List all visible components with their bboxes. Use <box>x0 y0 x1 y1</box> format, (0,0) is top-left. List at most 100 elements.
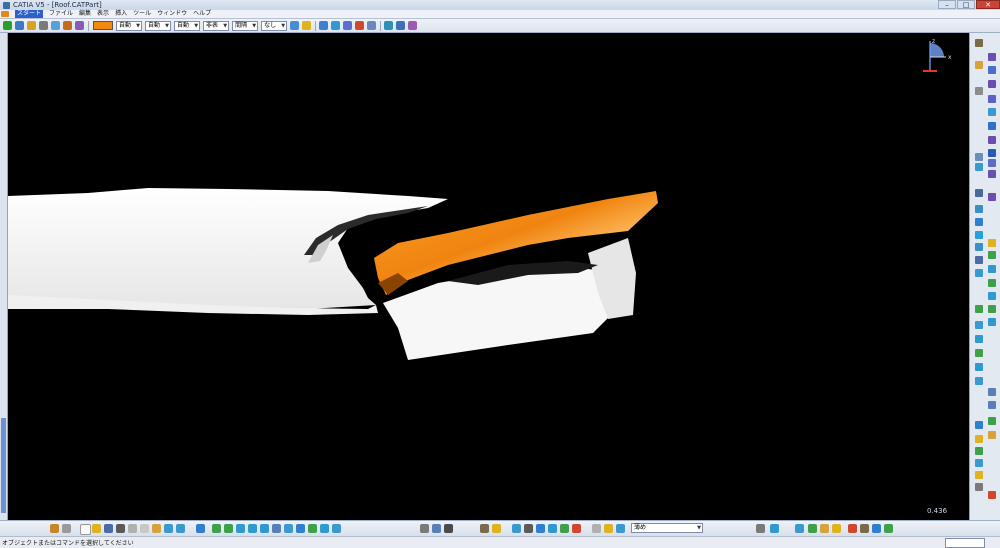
check-icon[interactable] <box>975 459 983 467</box>
axis-icon[interactable] <box>975 483 983 491</box>
save-icon[interactable] <box>104 524 113 533</box>
menu-tools[interactable]: ツール <box>133 10 151 18</box>
filter-icon[interactable] <box>872 524 881 533</box>
painter-icon[interactable] <box>302 21 312 30</box>
shell-icon[interactable] <box>988 279 996 287</box>
affinity-icon[interactable] <box>975 377 983 385</box>
snap-icon[interactable] <box>592 524 601 533</box>
plane-icon[interactable] <box>988 53 996 61</box>
layer-combo[interactable]: 自動 ▼ <box>174 20 201 31</box>
rule-icon[interactable] <box>975 447 983 455</box>
menu-view[interactable]: 表示 <box>97 10 109 18</box>
split-icon[interactable] <box>408 21 418 30</box>
formula-icon[interactable] <box>988 431 996 439</box>
measure-icon[interactable] <box>63 21 72 30</box>
swap-space-icon[interactable] <box>332 524 341 533</box>
hybrid-body-icon[interactable] <box>480 524 489 533</box>
measure-item-icon[interactable] <box>432 524 441 533</box>
render-style-combo[interactable]: 非表 ▼ <box>203 20 230 31</box>
arc-icon[interactable] <box>975 231 983 239</box>
paste-icon[interactable] <box>152 524 161 533</box>
stiffener-icon[interactable] <box>988 159 996 167</box>
thickness-combo[interactable]: 自動 ▼ <box>145 20 172 31</box>
boolean-icon[interactable] <box>988 388 996 396</box>
hide-show-icon[interactable] <box>320 524 329 533</box>
inertia-icon[interactable] <box>444 524 453 533</box>
ref-plane-icon[interactable] <box>524 524 533 533</box>
select-icon[interactable] <box>27 21 36 30</box>
pencil-icon[interactable] <box>39 21 48 30</box>
material-icon[interactable] <box>604 524 613 533</box>
pan-tool-icon[interactable] <box>224 524 233 533</box>
remove-loft-icon[interactable] <box>988 170 996 178</box>
knowledge-adv-icon[interactable] <box>884 524 893 533</box>
tree-icon[interactable] <box>975 39 983 47</box>
curvature-icon[interactable] <box>988 417 996 425</box>
copy-icon[interactable] <box>140 524 149 533</box>
measure-between-icon[interactable] <box>420 524 429 533</box>
update-icon[interactable] <box>50 524 59 533</box>
tools-icon[interactable] <box>75 21 84 30</box>
fly-mode-icon[interactable] <box>196 524 205 533</box>
line-icon[interactable] <box>988 66 996 74</box>
mirror-icon[interactable] <box>975 305 983 313</box>
properties-icon[interactable] <box>290 21 300 30</box>
spline-icon[interactable] <box>975 205 983 213</box>
pan-icon[interactable] <box>3 21 12 30</box>
join-icon[interactable] <box>396 21 406 30</box>
ellipse-icon[interactable] <box>975 243 983 251</box>
macro-icon[interactable] <box>848 524 857 533</box>
pocket-icon[interactable] <box>988 95 996 103</box>
apply-material-icon[interactable] <box>616 524 625 533</box>
sketch-plane-icon[interactable] <box>536 524 545 533</box>
sweep-icon[interactable] <box>343 21 353 30</box>
normal-view-icon[interactable] <box>272 524 281 533</box>
revolve-icon[interactable] <box>331 21 341 30</box>
blend-icon[interactable] <box>367 21 377 30</box>
circle-icon[interactable] <box>975 218 983 226</box>
solid-icon[interactable] <box>988 193 996 201</box>
menu-start[interactable]: スタート <box>15 10 44 18</box>
ruleset-icon[interactable] <box>832 524 841 533</box>
close-button[interactable]: ✕ <box>976 0 1000 9</box>
menu-file[interactable]: ファイル <box>49 10 73 18</box>
scaling-icon[interactable] <box>975 363 983 371</box>
fill-icon[interactable] <box>355 21 365 30</box>
axis-system-icon[interactable] <box>62 524 71 533</box>
document-icon[interactable] <box>1 11 9 17</box>
cut-icon[interactable] <box>128 524 137 533</box>
constraint-icon[interactable] <box>560 524 569 533</box>
print-icon[interactable] <box>116 524 125 533</box>
compass-icon[interactable]: z x <box>912 35 952 77</box>
hybrid-icon[interactable] <box>756 524 765 533</box>
symmetry-icon[interactable] <box>975 349 983 357</box>
transparency-combo[interactable]: なし ▼ <box>261 20 288 31</box>
hole-icon[interactable] <box>988 136 996 144</box>
3d-viewport[interactable]: z x 0.436 <box>8 33 969 520</box>
model-render[interactable] <box>8 33 969 520</box>
iso-view-icon[interactable] <box>296 524 305 533</box>
table-icon[interactable] <box>548 524 557 533</box>
pattern-icon[interactable] <box>988 318 996 326</box>
analysis-icon[interactable] <box>975 421 983 429</box>
chamfer-icon[interactable] <box>988 251 996 259</box>
polyline-icon[interactable] <box>975 189 983 197</box>
shading-icon[interactable] <box>308 524 317 533</box>
grid-icon[interactable] <box>988 401 996 409</box>
sketch-icon[interactable] <box>51 21 60 30</box>
sketch-tool-icon[interactable] <box>975 87 983 95</box>
open-file-icon[interactable] <box>92 524 101 533</box>
fit-all-icon[interactable] <box>212 524 221 533</box>
translate-icon[interactable] <box>975 321 983 329</box>
design-table-icon[interactable] <box>808 524 817 533</box>
rotate-view-icon[interactable] <box>236 524 245 533</box>
draft-analysis-icon[interactable] <box>512 524 521 533</box>
menu-help[interactable]: ヘルプ <box>193 10 211 18</box>
formula-tool-icon[interactable] <box>770 524 779 533</box>
new-file-icon[interactable] <box>80 524 91 535</box>
conic-icon[interactable] <box>975 256 983 264</box>
groove-icon[interactable] <box>988 122 996 130</box>
minimize-button[interactable]: – <box>938 0 956 9</box>
zoom-out-icon[interactable] <box>260 524 269 533</box>
knowledge-icon[interactable] <box>975 435 983 443</box>
